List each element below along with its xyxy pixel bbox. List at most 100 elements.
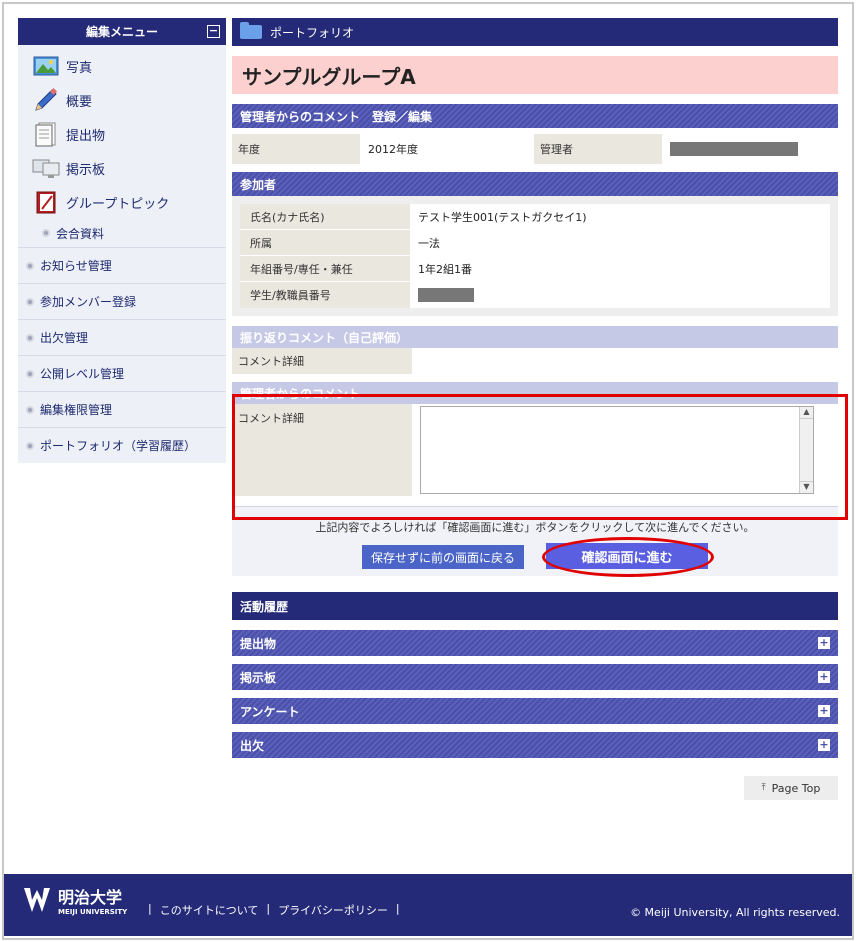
activity-history-header: 活動履歴 (232, 592, 838, 620)
participant-label: 所属 (240, 230, 410, 255)
history-item-label: 掲示板 (240, 670, 277, 685)
sidebar-item-label: お知らせ管理 (40, 259, 112, 273)
history-item-submissions[interactable]: 提出物 + (232, 630, 838, 656)
edit-menu-title: 編集メニュー (85, 25, 158, 39)
participant-value: テスト学生001(テストガクセイ1) (410, 204, 830, 229)
sidebar-link-notices[interactable]: お知らせ管理 (18, 247, 226, 283)
history-item-label: アンケート (240, 704, 300, 719)
sidebar-item-label: 写真 (66, 60, 93, 76)
sidebar-item-label: 概要 (66, 94, 93, 110)
sidebar-item-label: グループトピック (66, 196, 170, 212)
participant-label: 学生/教職員番号 (240, 282, 410, 308)
footer-link-privacy[interactable]: プライバシーポリシー (278, 902, 388, 918)
sidebar-item-label: 掲示板 (66, 162, 106, 178)
sidebar-item-label: 編集権限管理 (40, 403, 113, 417)
pencil-icon (32, 87, 60, 113)
copyright: © Meiji University, All rights reserved. (630, 906, 840, 919)
table-row: 氏名(カナ氏名) テスト学生001(テストガクセイ1) (240, 204, 830, 230)
table-row: 年組番号/専任・兼任 1年2組1番 (240, 256, 830, 282)
page-title-bar: ポートフォリオ (232, 18, 838, 46)
table-row: 学生/教職員番号 (240, 282, 830, 308)
sidebar-item-meeting-materials[interactable]: 会合資料 (18, 219, 226, 247)
participant-value (410, 282, 830, 308)
history-item-label: 提出物 (240, 636, 277, 651)
year-label: 年度 (232, 134, 360, 164)
back-without-save-button[interactable]: 保存せずに前の画面に戻る (362, 545, 524, 569)
participants-section-header: 参加者 (232, 172, 838, 196)
divider: | (395, 902, 400, 915)
bullet-icon (42, 229, 50, 237)
expand-plus-icon[interactable]: + (818, 739, 830, 751)
sidebar-item-submissions[interactable]: 提出物 (18, 117, 226, 151)
sidebar-item-overview[interactable]: 概要 (18, 83, 226, 117)
manager-label: 管理者 (534, 134, 662, 164)
university-logo: 明治大学 MEIJI UNIVERSITY (22, 884, 127, 916)
admin-comment-highlight-box (232, 394, 848, 520)
sidebar-item-label: 提出物 (66, 128, 106, 144)
bullet-icon (26, 261, 34, 270)
edit-menu-sidebar: 編集メニュー − 写真 概要 提出物 掲示板 グループトピック 会合資料 お知ら… (18, 18, 226, 463)
participant-value: 1年2組1番 (410, 256, 830, 281)
participant-label: 年組番号/専任・兼任 (240, 256, 410, 281)
history-item-survey[interactable]: アンケート + (232, 698, 838, 724)
footer-links: | このサイトについて | プライバシーポリシー | (148, 902, 400, 918)
footer: 明治大学 MEIJI UNIVERSITY | このサイトについて | プライバ… (4, 874, 852, 936)
instruction-text: 上記内容でよろしければ「確認画面に進む」ボタンをクリックして次に進んでください。 (315, 521, 755, 534)
divider: | (148, 902, 152, 915)
year-manager-row: 年度 2012年度 管理者 (232, 134, 838, 164)
bullet-icon (26, 405, 34, 414)
document-icon (32, 121, 60, 147)
table-row: 所属 一法 (240, 230, 830, 256)
divider: | (266, 902, 271, 915)
reflection-detail-value (412, 348, 838, 374)
page-top-button[interactable]: ⤒ Page Top (744, 776, 838, 800)
sidebar-item-label: 参加メンバー登録 (40, 295, 137, 309)
sidebar-link-visibility[interactable]: 公開レベル管理 (18, 355, 226, 391)
sidebar-link-permissions[interactable]: 編集権限管理 (18, 391, 226, 427)
footer-link-about[interactable]: このサイトについて (160, 902, 259, 918)
reflection-section-header: 振り返りコメント（自己評価） (232, 326, 838, 348)
redacted-bar (418, 288, 474, 302)
redacted-bar (670, 142, 798, 156)
sidebar-item-photo[interactable]: 写真 (18, 49, 226, 83)
notebook-icon (32, 189, 60, 215)
collapse-icon[interactable]: − (207, 25, 220, 38)
edit-menu-header: 編集メニュー − (18, 18, 226, 45)
folder-icon (240, 22, 262, 39)
meiji-logo-icon (24, 888, 50, 912)
sidebar-item-label: 出欠管理 (40, 331, 89, 345)
confirm-highlight-ellipse (542, 537, 714, 577)
participant-label: 氏名(カナ氏名) (240, 204, 410, 229)
sidebar-item-board[interactable]: 掲示板 (18, 151, 226, 185)
logo-subtext: MEIJI UNIVERSITY (58, 908, 128, 916)
logo-text: 明治大学 (58, 888, 123, 907)
group-name-title: サンプルグループA (232, 56, 838, 94)
participant-value: 一法 (410, 230, 830, 255)
admin-comment-section-header: 管理者からのコメント 登録／編集 (232, 104, 838, 128)
manager-value (662, 134, 838, 164)
bullet-icon (26, 369, 34, 378)
monitor-icon (32, 155, 60, 181)
sidebar-link-portfolio[interactable]: ポートフォリオ（学習履歴） (18, 427, 226, 463)
expand-plus-icon[interactable]: + (818, 705, 830, 717)
sidebar-item-group-topic[interactable]: グループトピック (18, 185, 226, 219)
history-item-attendance[interactable]: 出欠 + (232, 732, 838, 758)
history-item-label: 出欠 (240, 738, 265, 753)
sidebar-item-label: 公開レベル管理 (40, 367, 125, 381)
bullet-icon (26, 441, 34, 450)
page-top-label: Page Top (771, 781, 821, 795)
year-value: 2012年度 (360, 134, 534, 164)
sidebar-item-label: ポートフォリオ（学習履歴） (40, 439, 197, 453)
bullet-icon (26, 297, 34, 306)
reflection-row: コメント詳細 (232, 348, 838, 374)
sidebar-link-members[interactable]: 参加メンバー登録 (18, 283, 226, 319)
reflection-detail-label: コメント詳細 (232, 348, 412, 374)
breadcrumb: ポートフォリオ (270, 25, 355, 40)
history-item-board[interactable]: 掲示板 + (232, 664, 838, 690)
participants-table: 氏名(カナ氏名) テスト学生001(テストガクセイ1) 所属 一法 年組番号/専… (232, 196, 838, 316)
sidebar-item-label: 会合資料 (56, 226, 105, 241)
bullet-icon (26, 333, 34, 342)
expand-plus-icon[interactable]: + (818, 637, 830, 649)
sidebar-link-attendance[interactable]: 出欠管理 (18, 319, 226, 355)
expand-plus-icon[interactable]: + (818, 671, 830, 683)
